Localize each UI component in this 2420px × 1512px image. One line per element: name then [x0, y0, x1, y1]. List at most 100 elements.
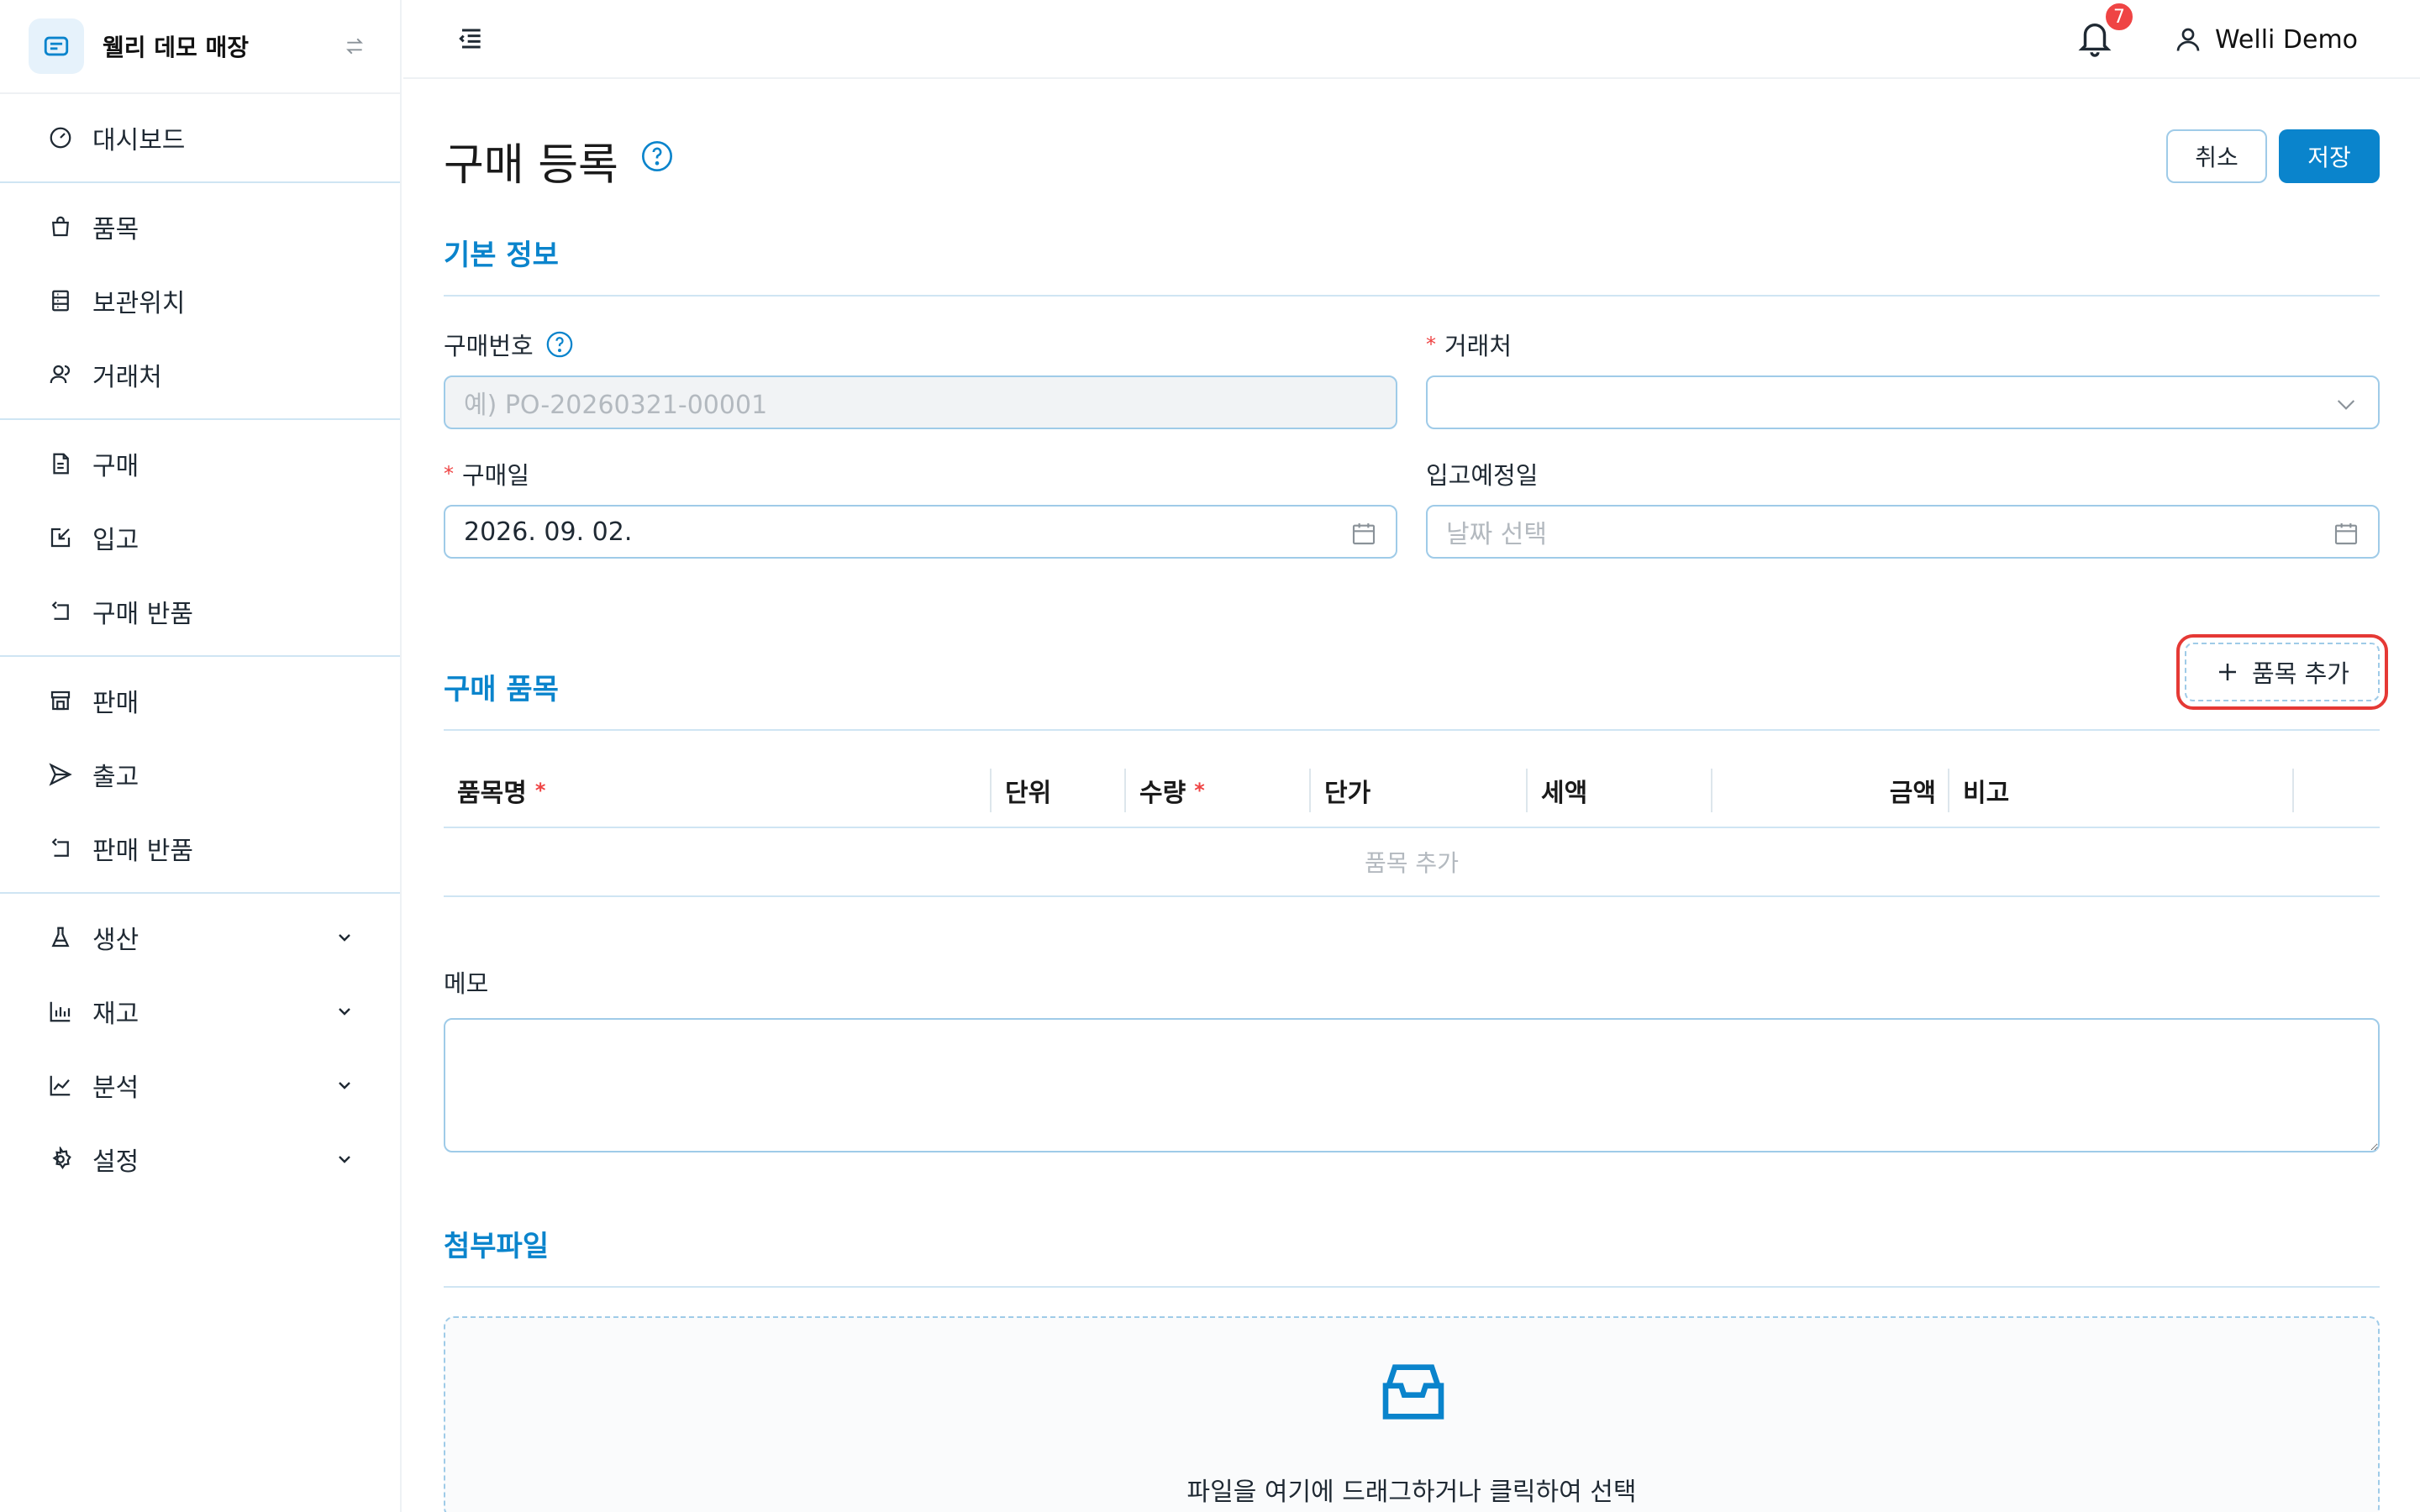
sidebar-item-label: 판매 반품	[92, 837, 193, 866]
purchase-date-value: 2026. 09. 02.	[464, 517, 633, 547]
storage-icon	[45, 286, 76, 316]
purchase-no-label-text: 구매번호	[444, 332, 534, 360]
column-label: 금액	[1889, 779, 1936, 808]
column-header-actions	[2294, 769, 2380, 812]
dropzone-text: 파일을 여기에 드래그하거나 클릭하여 선택	[1186, 1478, 1637, 1507]
calendar-icon[interactable]	[1350, 520, 1377, 547]
sidebar-item-label: 설정	[92, 1147, 139, 1177]
store-name: 웰리 데모 매장	[103, 34, 250, 61]
items-table-header: 품목명 * 단위 수량 * 단가 세액 금액 비고	[444, 754, 2380, 828]
memo-textarea[interactable]	[444, 1018, 2380, 1152]
user-name: Welli Demo	[2215, 24, 2359, 55]
column-label: 품목명	[457, 779, 527, 808]
sidebar-item-label: 분석	[92, 1074, 139, 1103]
sidebar-item-sales-return[interactable]: 판매 반품	[0, 811, 400, 885]
required-mark: *	[534, 779, 546, 802]
chevron-down-icon[interactable]	[333, 1147, 356, 1171]
vendor-select[interactable]	[1426, 375, 2380, 429]
column-label: 단위	[1005, 779, 1052, 808]
sidebar-item-inventory[interactable]: 재고	[0, 974, 400, 1048]
expected-date-field: 입고예정일 날짜 선택	[1426, 456, 2380, 559]
line-chart-icon	[45, 1070, 76, 1100]
column-header-quantity: 수량 *	[1126, 769, 1311, 812]
return-icon	[45, 833, 76, 864]
bar-chart-icon	[45, 996, 76, 1026]
purchase-items-section: 구매 품목 품목 추가 품목명 * 단위 수량 * 단가 세액 금액 비고 품목…	[444, 634, 2388, 897]
sidebar-item-production[interactable]: 생산	[0, 900, 400, 974]
sidebar-item-purchase-return[interactable]: 구매 반품	[0, 575, 400, 648]
sidebar-item-purchase[interactable]: 구매	[0, 427, 400, 501]
dashboard-icon	[45, 123, 76, 153]
attachments-title: 첨부파일	[444, 1223, 2380, 1288]
inbound-icon	[45, 522, 76, 553]
sidebar-item-label: 재고	[92, 1000, 139, 1029]
notification-count-badge: 7	[2104, 2, 2134, 32]
help-icon[interactable]	[640, 139, 674, 173]
shopping-bag-icon	[45, 212, 76, 242]
page-title: 구매 등록	[444, 140, 618, 191]
required-mark: *	[444, 462, 454, 486]
column-header-note: 비고	[1949, 769, 2294, 812]
cancel-button[interactable]: 취소	[2166, 129, 2267, 183]
required-mark: *	[1426, 333, 1436, 356]
sidebar-item-storage[interactable]: 보관위치	[0, 264, 400, 338]
store-icon	[45, 685, 76, 716]
expected-date-placeholder: 날짜 선택	[1446, 520, 1547, 549]
sidebar-item-partners[interactable]: 거래처	[0, 338, 400, 412]
sidebar-item-items[interactable]: 품목	[0, 190, 400, 264]
sidebar-item-dashboard[interactable]: 대시보드	[0, 101, 400, 175]
calendar-icon[interactable]	[2333, 520, 2360, 547]
document-icon	[45, 449, 76, 479]
memo-section: 메모	[444, 964, 2380, 1156]
sidebar-item-outbound[interactable]: 출고	[0, 738, 400, 811]
sidebar-item-label: 입고	[92, 526, 139, 555]
column-label: 세액	[1541, 779, 1588, 808]
chevron-down-icon[interactable]	[333, 1074, 356, 1097]
sidebar-item-label: 생산	[92, 926, 139, 955]
column-header-amount: 금액	[1712, 769, 1949, 812]
items-empty-state: 품목 추가	[444, 828, 2380, 897]
column-header-tax: 세액	[1528, 769, 1712, 812]
purchase-items-title: 구매 품목	[444, 666, 2380, 731]
nav-group-sales: 판매 출고 판매 반품	[0, 657, 400, 894]
nav-group-dashboard: 대시보드	[0, 94, 400, 183]
sidebar-item-label: 품목	[92, 215, 139, 244]
save-button[interactable]: 저장	[2279, 129, 2380, 183]
purchase-date-input[interactable]: 2026. 09. 02.	[444, 505, 1397, 559]
sidebar-item-settings[interactable]: 설정	[0, 1122, 400, 1196]
vendor-label-text: 거래처	[1444, 332, 1512, 360]
sidebar-item-label: 구매 반품	[92, 600, 193, 629]
purchase-date-label: * 구매일	[444, 456, 1397, 491]
add-item-button[interactable]: 품목 추가	[2176, 634, 2388, 710]
sidebar-item-label: 출고	[92, 763, 139, 792]
top-bar: 7 Welli Demo	[403, 0, 2420, 79]
store-logo-icon	[29, 18, 84, 74]
return-icon	[45, 596, 76, 627]
purchase-date-field: * 구매일 2026. 09. 02.	[444, 456, 1397, 559]
file-dropzone[interactable]: 파일을 여기에 드래그하거나 클릭하여 선택	[444, 1316, 2380, 1512]
items-table: 품목명 * 단위 수량 * 단가 세액 금액 비고 품목 추가	[444, 754, 2380, 897]
help-icon[interactable]	[545, 330, 574, 359]
page-header: 구매 등록 취소 저장	[444, 79, 2380, 232]
chevron-down-icon[interactable]	[333, 926, 356, 949]
column-label: 수량	[1139, 779, 1186, 808]
menu-toggle-icon[interactable]	[454, 22, 487, 55]
partners-icon	[45, 360, 76, 390]
switch-store-icon[interactable]	[338, 29, 371, 63]
purchase-no-input[interactable]: 예) PO-20260321-00001	[444, 375, 1397, 429]
expected-date-label-text: 입고예정일	[1426, 461, 1539, 490]
sidebar-item-inbound[interactable]: 입고	[0, 501, 400, 575]
user-icon	[2176, 28, 2200, 51]
expected-date-input[interactable]: 날짜 선택	[1426, 505, 2380, 559]
purchase-no-field: 구매번호 예) PO-20260321-00001	[444, 327, 1397, 429]
sidebar-item-sales[interactable]: 판매	[0, 664, 400, 738]
brand-header: 웰리 데모 매장	[0, 0, 400, 94]
gear-icon	[45, 1144, 76, 1174]
sidebar-item-label: 구매	[92, 452, 139, 481]
column-header-unit-price: 단가	[1311, 769, 1528, 812]
sidebar-item-analytics[interactable]: 분석	[0, 1048, 400, 1122]
flask-icon	[45, 922, 76, 953]
user-menu[interactable]: Welli Demo	[2173, 20, 2358, 59]
vendor-field: * 거래처	[1426, 327, 2380, 429]
chevron-down-icon[interactable]	[333, 1000, 356, 1023]
